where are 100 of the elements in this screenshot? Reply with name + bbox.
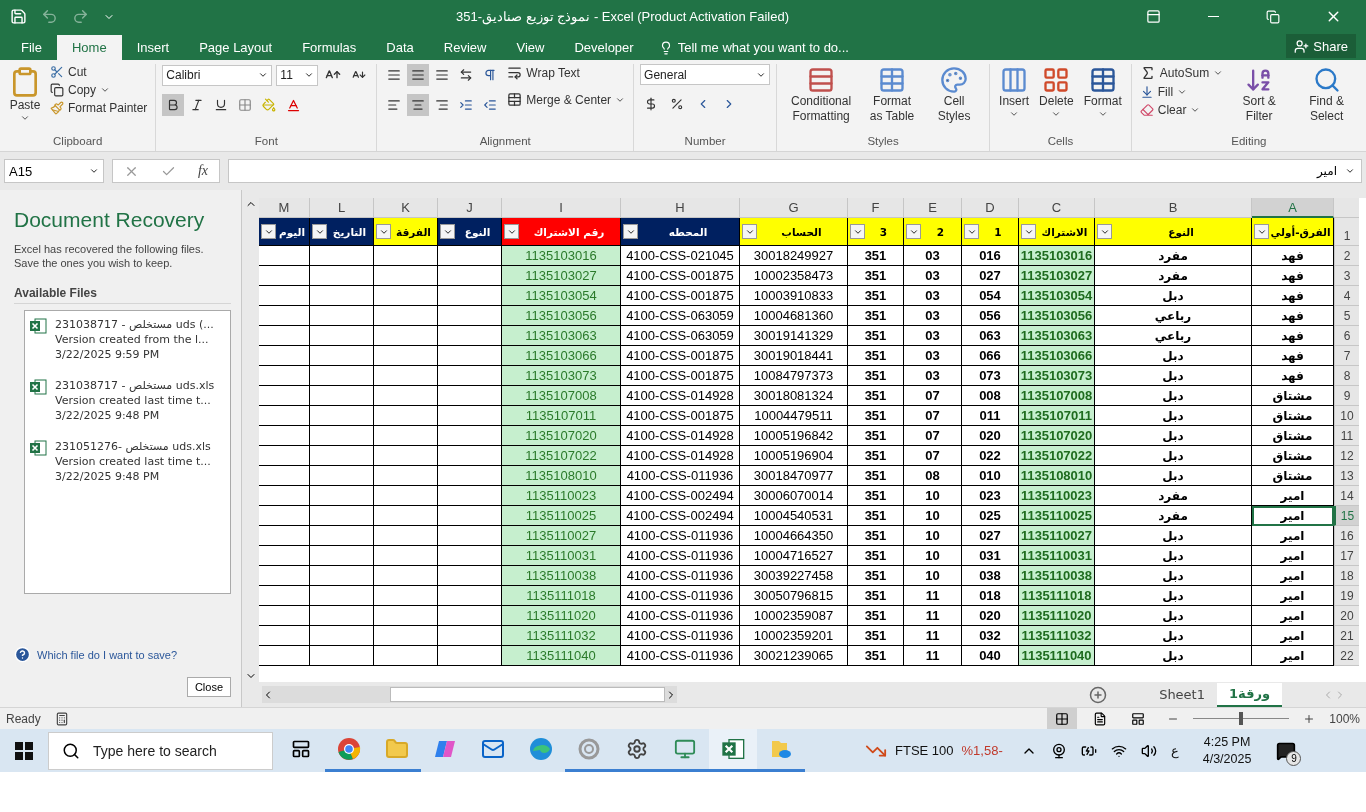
row-header[interactable]: 19 [1334,586,1359,606]
table-cell[interactable] [438,246,502,266]
table-cell[interactable]: 025 [962,506,1019,526]
table-cell[interactable] [310,566,374,586]
table-cell[interactable] [374,526,438,546]
table-cell[interactable]: 351 [848,466,904,486]
clock[interactable]: 4:25 PM 4/3/2025 [1202,733,1252,768]
table-cell[interactable] [374,646,438,666]
table-cell[interactable]: 1135111020 [502,606,621,626]
table-cell[interactable]: 4100-CSS-001875 [621,346,740,366]
table-cell[interactable]: 30019018441 [740,346,848,366]
table-cell[interactable]: 1135111018 [1019,586,1095,606]
table-cell[interactable]: 1135107008 [1019,386,1095,406]
row-header[interactable]: 7 [1334,346,1359,366]
table-cell[interactable]: 1135110027 [502,526,621,546]
table-cell[interactable]: 008 [962,386,1019,406]
ribbon-tab[interactable]: File [6,35,57,60]
table-cell[interactable]: 351 [848,246,904,266]
table-cell[interactable]: امير [1252,646,1334,666]
table-cell[interactable] [438,466,502,486]
center-button[interactable] [407,94,430,116]
table-cell[interactable]: 023 [962,486,1019,506]
table-cell[interactable]: 4100-CSS-014928 [621,426,740,446]
table-cell[interactable]: 4100-CSS-011936 [621,586,740,606]
table-cell[interactable] [310,586,374,606]
table-cell[interactable]: 30050796815 [740,586,848,606]
table-cell[interactable]: دبل [1095,646,1252,666]
table-cell[interactable]: 1135108010 [1019,466,1095,486]
table-cell[interactable]: 4100-CSS-011936 [621,606,740,626]
table-cell[interactable]: 03 [904,366,962,386]
row-header[interactable]: 3 [1334,266,1359,286]
table-cell[interactable]: 30018249927 [740,246,848,266]
table-cell[interactable] [310,246,374,266]
styles-button[interactable]: Format as Table [863,64,922,135]
table-cell[interactable]: 07 [904,386,962,406]
table-cell[interactable]: دبل [1095,626,1252,646]
table-cell[interactable] [310,506,374,526]
table-cell[interactable] [438,406,502,426]
table-cell[interactable]: 351 [848,506,904,526]
table-cell[interactable]: دبل [1095,606,1252,626]
table-cell[interactable]: 30018470977 [740,466,848,486]
table-cell[interactable]: 1135107008 [502,386,621,406]
table-cell[interactable]: 03 [904,246,962,266]
table-cell[interactable]: 1135107022 [502,446,621,466]
table-cell[interactable]: 351 [848,346,904,366]
table-cell[interactable]: 10 [904,526,962,546]
filter-button[interactable] [1021,224,1036,239]
close-button[interactable]: Close [186,677,231,697]
name-box[interactable]: A15 [4,159,104,183]
zoom-in-icon[interactable] [1303,712,1316,725]
table-cell[interactable] [310,466,374,486]
column-header[interactable]: A [1252,198,1334,218]
table-cell[interactable] [310,626,374,646]
table-cell[interactable]: 056 [962,306,1019,326]
sheet-tab[interactable]: ورقة1 [1217,682,1282,707]
filter-button[interactable] [906,224,921,239]
table-cell[interactable]: 1135103066 [1019,346,1095,366]
filter-button[interactable] [261,224,276,239]
table-cell[interactable]: دبل [1095,526,1252,546]
table-cell[interactable]: 1135103063 [502,326,621,346]
table-cell[interactable]: 4100-CSS-011936 [621,646,740,666]
table-cell[interactable]: فهد [1252,286,1334,306]
table-cell[interactable] [438,526,502,546]
table-cell[interactable]: 4100-CSS-014928 [621,386,740,406]
row-header[interactable]: 14 [1334,486,1359,506]
table-cell[interactable]: 03 [904,346,962,366]
table-cell[interactable]: 1135103056 [1019,306,1095,326]
table-cell[interactable]: 1135107020 [502,426,621,446]
table-cell[interactable] [374,246,438,266]
row-header[interactable]: 4 [1334,286,1359,306]
table-cell[interactable]: دبل [1095,586,1252,606]
table-cell[interactable]: 351 [848,626,904,646]
fill-button[interactable]: Fill [1137,84,1226,100]
table-cell[interactable]: 4100-CSS-001875 [621,286,740,306]
filter-button[interactable] [440,224,455,239]
column-header[interactable]: E [904,198,962,218]
table-cell[interactable] [310,426,374,446]
table-cell[interactable] [374,346,438,366]
table-cell[interactable]: 031 [962,546,1019,566]
table-cell[interactable]: 1135111018 [502,586,621,606]
table-cell[interactable] [310,526,374,546]
column-header[interactable]: C [1019,198,1095,218]
table-cell[interactable]: مفرد [1095,506,1252,526]
table-cell[interactable]: 03 [904,286,962,306]
table-cell[interactable] [259,386,310,406]
table-cell[interactable]: 1135103054 [1019,286,1095,306]
column-header[interactable]: H [621,198,740,218]
table-cell[interactable]: 1135103016 [1019,246,1095,266]
font-size-field[interactable]: 11 [276,64,319,86]
table-cell[interactable]: 10002359087 [740,606,848,626]
table-cell[interactable]: 4100-CSS-021045 [621,246,740,266]
table-cell[interactable]: دبل [1095,286,1252,306]
table-cell[interactable]: 4100-CSS-011936 [621,546,740,566]
table-cell[interactable]: 351 [848,606,904,626]
table-cell[interactable] [374,626,438,646]
table-cell[interactable] [310,386,374,406]
filter-button[interactable] [964,224,979,239]
table-cell[interactable]: 10003910833 [740,286,848,306]
column-header[interactable]: K [374,198,438,218]
table-cell[interactable]: 08 [904,466,962,486]
